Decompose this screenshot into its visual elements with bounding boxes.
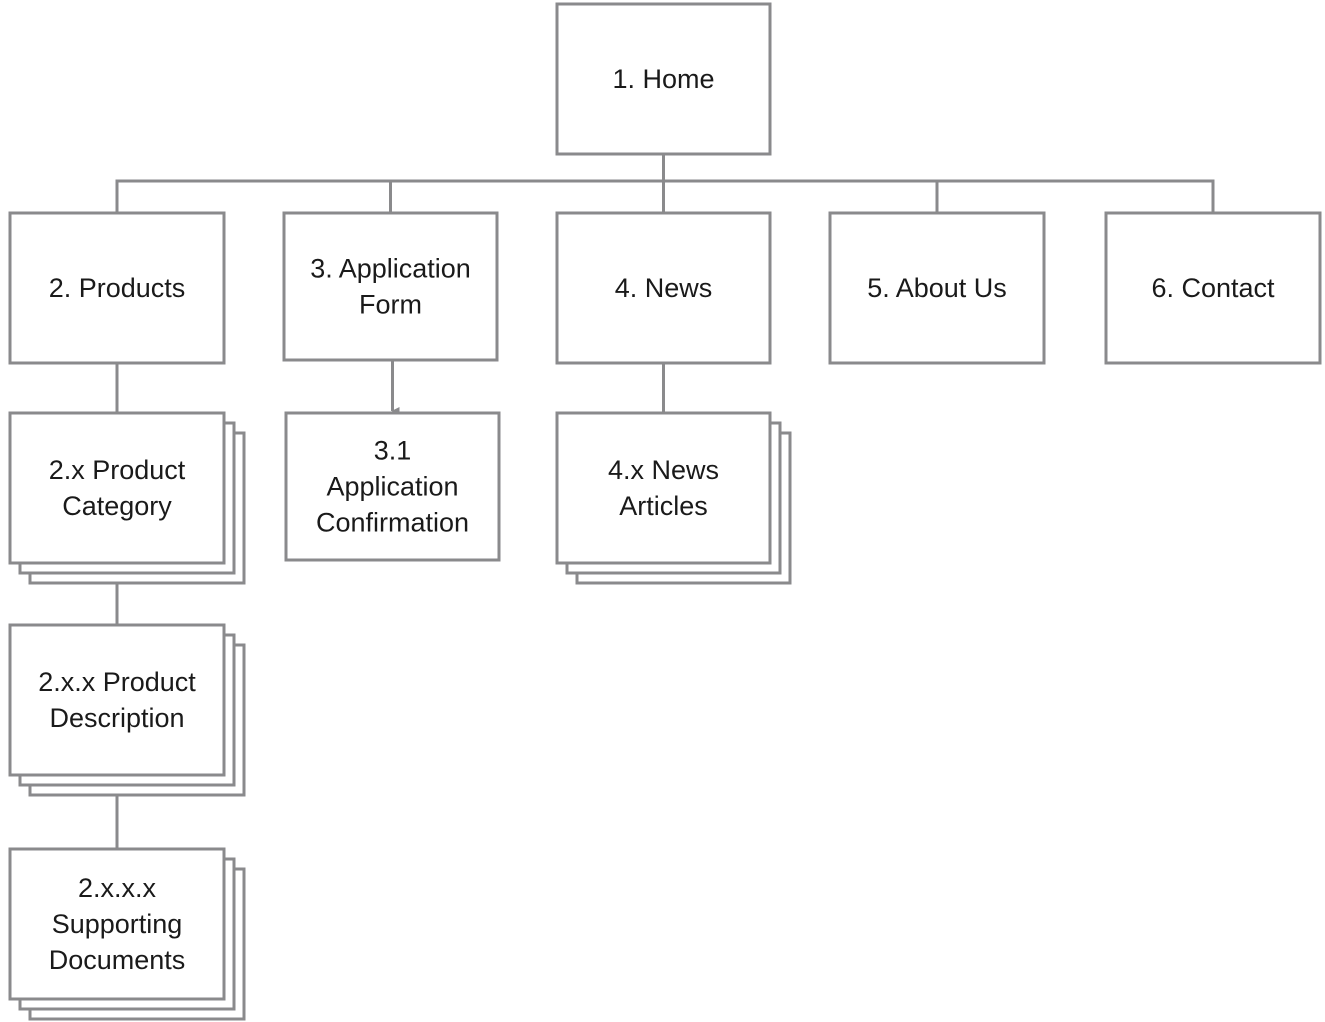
node-label: Description bbox=[49, 703, 184, 733]
node-label: 2. Products bbox=[49, 273, 186, 303]
connector-home-to-application-form bbox=[389, 154, 665, 213]
node-products[interactable]: 2. Products bbox=[8, 211, 226, 365]
node-label: 4.x News bbox=[608, 455, 719, 485]
node-contact[interactable]: 6. Contact bbox=[1104, 211, 1322, 365]
node-label: 3.1 bbox=[374, 436, 412, 466]
node-box bbox=[8, 411, 226, 565]
node-label: Supporting bbox=[52, 909, 183, 939]
node-about-us[interactable]: 5. About Us bbox=[828, 211, 1046, 365]
node-application-form[interactable]: 3. Application Form bbox=[282, 211, 499, 362]
node-label: Articles bbox=[619, 491, 708, 521]
node-label: Confirmation bbox=[316, 508, 469, 538]
node-label: 2.x Product bbox=[49, 455, 186, 485]
node-label: 2.x.x Product bbox=[38, 667, 196, 697]
node-box bbox=[282, 211, 499, 362]
node-home[interactable]: 1. Home bbox=[555, 2, 772, 156]
node-label: Category bbox=[62, 491, 172, 521]
connector-home-to-about-us bbox=[662, 154, 939, 213]
node-label: 2.x.x.x bbox=[78, 873, 157, 903]
node-news-articles[interactable]: 4.x News Articles bbox=[555, 411, 792, 585]
node-label: Form bbox=[359, 290, 422, 320]
node-label: Application bbox=[326, 472, 458, 502]
node-news[interactable]: 4. News bbox=[555, 211, 772, 365]
node-label: 3. Application bbox=[310, 254, 471, 284]
node-box bbox=[8, 623, 226, 777]
node-label: 5. About Us bbox=[867, 273, 1007, 303]
sitemap-diagram: 1. Home 2. Products 3. Application Form 4. N… bbox=[8, 2, 1322, 1021]
node-product-category[interactable]: 2.x Product Category bbox=[8, 411, 246, 585]
node-box bbox=[555, 411, 772, 565]
node-label: 4. News bbox=[615, 273, 713, 303]
node-supporting-documents[interactable]: 2.x.x.x Supporting Documents bbox=[8, 847, 246, 1021]
node-label: 1. Home bbox=[612, 64, 714, 94]
node-label: Documents bbox=[49, 945, 186, 975]
node-label: 6. Contact bbox=[1151, 273, 1275, 303]
node-application-confirmation[interactable]: 3.1 Application Confirmation bbox=[284, 411, 501, 562]
node-product-description[interactable]: 2.x.x Product Description bbox=[8, 623, 246, 797]
